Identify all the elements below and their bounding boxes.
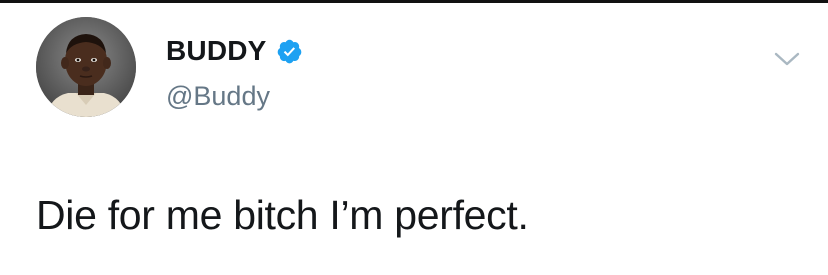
- author-name-row[interactable]: BUDDY: [166, 35, 303, 67]
- display-name[interactable]: BUDDY: [166, 35, 267, 67]
- tweet-card: BUDDY @Buddy Die for me bitch I’m perfec…: [0, 3, 828, 275]
- profile-photo-icon: [36, 17, 136, 117]
- chevron-down-icon[interactable]: [772, 49, 802, 69]
- verified-badge-icon: [276, 38, 303, 65]
- tweet-text: Die for me bitch I’m perfect.: [36, 192, 529, 238]
- avatar[interactable]: [36, 17, 136, 117]
- username-handle[interactable]: @Buddy: [166, 80, 270, 112]
